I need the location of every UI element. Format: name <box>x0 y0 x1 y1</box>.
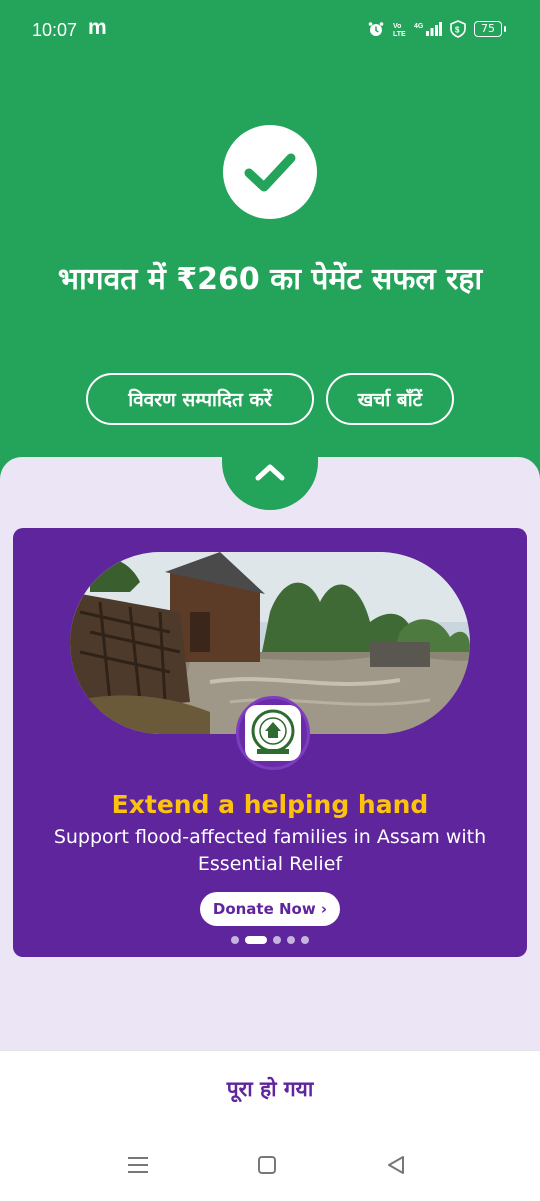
svg-text:4G: 4G <box>414 23 424 30</box>
svg-text:$: $ <box>455 26 460 35</box>
donation-banner[interactable]: Extend a helping hand Support flood-affe… <box>13 528 527 957</box>
home-icon[interactable] <box>257 1155 277 1179</box>
menu-icon[interactable] <box>127 1155 149 1179</box>
status-time: 10:07 <box>32 20 78 40</box>
carousel-dot[interactable] <box>231 936 239 944</box>
battery-icon: 75 <box>474 21 506 37</box>
carousel-dot[interactable] <box>301 936 309 944</box>
done-button[interactable]: पूरा हो गया <box>0 1075 540 1103</box>
carousel-dot-active[interactable] <box>245 936 267 944</box>
carousel-dot[interactable] <box>287 936 295 944</box>
back-icon[interactable] <box>386 1155 406 1179</box>
banner-headline: Extend a helping hand <box>111 790 429 819</box>
ngo-logo <box>236 696 310 770</box>
success-check-icon <box>223 125 317 219</box>
volte-icon: Vo LTE <box>392 21 406 37</box>
payment-success-title: भागवत में ₹260 का पेमेंट सफल रहा <box>57 262 483 297</box>
status-icons: Vo LTE 4G $ 75 <box>368 20 506 38</box>
signal-icon: 4G <box>414 21 442 37</box>
split-expense-button[interactable]: खर्चा बाँटें <box>326 373 454 425</box>
svg-text:LTE: LTE <box>393 31 406 37</box>
vpn-icon: $ <box>450 20 466 38</box>
app-notification-icon: m <box>88 16 107 39</box>
system-nav-bar <box>0 1143 540 1191</box>
edit-details-button[interactable]: विवरण सम्पादित करें <box>86 373 314 425</box>
donate-now-button[interactable]: Donate Now › <box>200 892 340 926</box>
carousel-dot[interactable] <box>273 936 281 944</box>
svg-text:Vo: Vo <box>393 23 401 30</box>
status-bar: 10:07 m Vo LTE 4G $ 75 <box>0 0 540 62</box>
chevron-up-icon <box>255 464 285 481</box>
carousel-dots <box>13 936 527 944</box>
banner-subtext: Support flood-affected families in Assam… <box>53 826 487 875</box>
alarm-icon <box>368 21 384 37</box>
